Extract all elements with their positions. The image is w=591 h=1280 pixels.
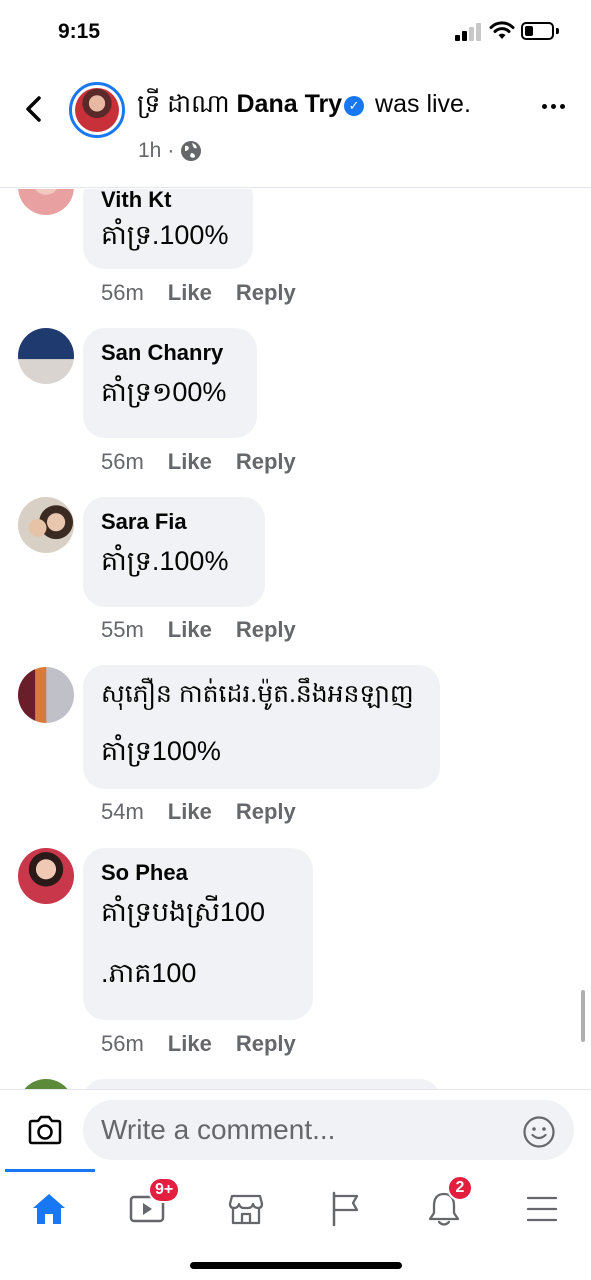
comment-actions: 56m Like Reply bbox=[101, 1031, 296, 1057]
like-button[interactable]: Like bbox=[168, 799, 212, 825]
post-header: ទ្រី ដាណា Dana Try ✓ was live. 1h · bbox=[0, 64, 591, 188]
comment-bubble[interactable]: So Phea គាំទ្របងស្រី100 .ភាគ100 bbox=[83, 848, 313, 1020]
comment-input[interactable] bbox=[83, 1100, 574, 1160]
reply-button[interactable]: Reply bbox=[236, 280, 296, 306]
wifi-icon bbox=[489, 21, 515, 39]
tab-notifications[interactable]: 2 bbox=[414, 1175, 474, 1239]
reply-button[interactable]: Reply bbox=[236, 617, 296, 643]
globe-icon bbox=[181, 141, 202, 161]
commenter-avatar[interactable] bbox=[18, 328, 74, 384]
comment-author[interactable]: Sara Fia bbox=[101, 509, 247, 535]
comment-author[interactable]: San Chanry bbox=[101, 340, 239, 366]
post-title: ទ្រី ដាណា Dana Try ✓ was live. bbox=[137, 89, 471, 125]
like-button[interactable]: Like bbox=[168, 449, 212, 475]
comment-bubble[interactable]: Sara Fia គាំទ្រ.100% bbox=[83, 497, 265, 607]
active-tab-indicator bbox=[5, 1169, 95, 1172]
comment-text: គាំទ្រ.100% bbox=[101, 546, 229, 576]
commenter-avatar[interactable] bbox=[18, 848, 74, 904]
comment-time[interactable]: 56m bbox=[101, 1031, 144, 1057]
tab-menu[interactable] bbox=[512, 1179, 572, 1239]
tab-watch[interactable]: 9+ bbox=[117, 1177, 181, 1239]
watch-badge: 9+ bbox=[148, 1177, 181, 1203]
battery-cap bbox=[556, 28, 559, 34]
comment-time[interactable]: 55m bbox=[101, 617, 144, 643]
reply-button[interactable]: Reply bbox=[236, 449, 296, 475]
comment-bubble[interactable]: សុភឿន កាត់ដេរ.ម៉ូត.នឹងអនឡាញ គាំទ្រ100% bbox=[83, 665, 440, 789]
comment-actions: 54m Like Reply bbox=[101, 799, 296, 825]
commenter-avatar[interactable] bbox=[18, 189, 74, 215]
pages-flag-icon bbox=[332, 1191, 359, 1227]
tab-marketplace[interactable] bbox=[216, 1179, 276, 1239]
comment-bubble[interactable] bbox=[83, 1079, 440, 1089]
commenter-avatar[interactable] bbox=[18, 667, 74, 723]
like-button[interactable]: Like bbox=[168, 1031, 212, 1057]
reply-button[interactable]: Reply bbox=[236, 799, 296, 825]
comment-time[interactable]: 56m bbox=[101, 280, 144, 306]
tab-pages[interactable] bbox=[315, 1179, 375, 1239]
scrollbar[interactable] bbox=[581, 990, 585, 1042]
more-options-icon[interactable] bbox=[542, 104, 565, 109]
cellular-signal-icon bbox=[455, 23, 481, 41]
comment-text: សុភឿន កាត់ដេរ.ម៉ូត.នឹងអនឡាញ bbox=[101, 680, 414, 708]
emoji-icon[interactable] bbox=[522, 1115, 556, 1149]
like-button[interactable]: Like bbox=[168, 280, 212, 306]
menu-hamburger-icon bbox=[526, 1196, 558, 1222]
home-icon bbox=[33, 1194, 65, 1224]
comment-bubble[interactable]: Vith Kt គាំទ្រ.100% bbox=[83, 189, 253, 269]
commenter-avatar[interactable] bbox=[18, 497, 74, 553]
status-time: 9:15 bbox=[58, 20, 101, 43]
comment-actions: 55m Like Reply bbox=[101, 617, 296, 643]
comment-actions: 56m Like Reply bbox=[101, 280, 296, 306]
back-chevron-icon[interactable] bbox=[22, 94, 46, 124]
comment-author[interactable]: So Phea bbox=[101, 860, 295, 886]
battery-icon bbox=[521, 22, 554, 40]
comment-text: គាំទ្រ100% bbox=[101, 736, 221, 766]
notifications-badge: 2 bbox=[447, 1175, 473, 1201]
comment-time[interactable]: 54m bbox=[101, 799, 144, 825]
marketplace-shop-icon bbox=[228, 1194, 264, 1225]
comment-text: គាំទ្របងស្រី100 bbox=[101, 897, 265, 927]
comment-composer bbox=[0, 1089, 591, 1169]
comment-author[interactable]: Vith Kt bbox=[101, 189, 235, 213]
post-time[interactable]: 1h bbox=[138, 139, 161, 163]
commenter-avatar[interactable] bbox=[18, 1079, 74, 1089]
comment-bubble[interactable]: San Chanry គាំទ្រ១00% bbox=[83, 328, 257, 438]
home-indicator bbox=[190, 1262, 402, 1269]
comment-text: .ភាគ100 bbox=[101, 958, 197, 988]
comment-text: គាំទ្រ.100% bbox=[101, 220, 229, 250]
comment-time[interactable]: 56m bbox=[101, 449, 144, 475]
like-button[interactable]: Like bbox=[168, 617, 212, 643]
comments-list: Vith Kt គាំទ្រ.100% 56m Like Reply San C… bbox=[0, 189, 591, 1089]
camera-icon[interactable] bbox=[27, 1114, 63, 1146]
page-name-khmer[interactable]: ទ្រី ដាណា bbox=[137, 90, 230, 118]
post-action-text: was live. bbox=[375, 90, 471, 118]
status-bar: 9:15 bbox=[0, 0, 591, 64]
comment-actions: 56m Like Reply bbox=[101, 449, 296, 475]
reply-button[interactable]: Reply bbox=[236, 1031, 296, 1057]
comment-text: គាំទ្រ១00% bbox=[101, 377, 227, 407]
page-name[interactable]: Dana Try bbox=[236, 90, 342, 118]
tab-home[interactable] bbox=[19, 1179, 79, 1239]
meta-separator: · bbox=[167, 139, 175, 162]
post-meta: 1h · bbox=[138, 139, 202, 163]
verified-badge-icon: ✓ bbox=[344, 96, 365, 116]
page-avatar[interactable] bbox=[69, 82, 125, 138]
